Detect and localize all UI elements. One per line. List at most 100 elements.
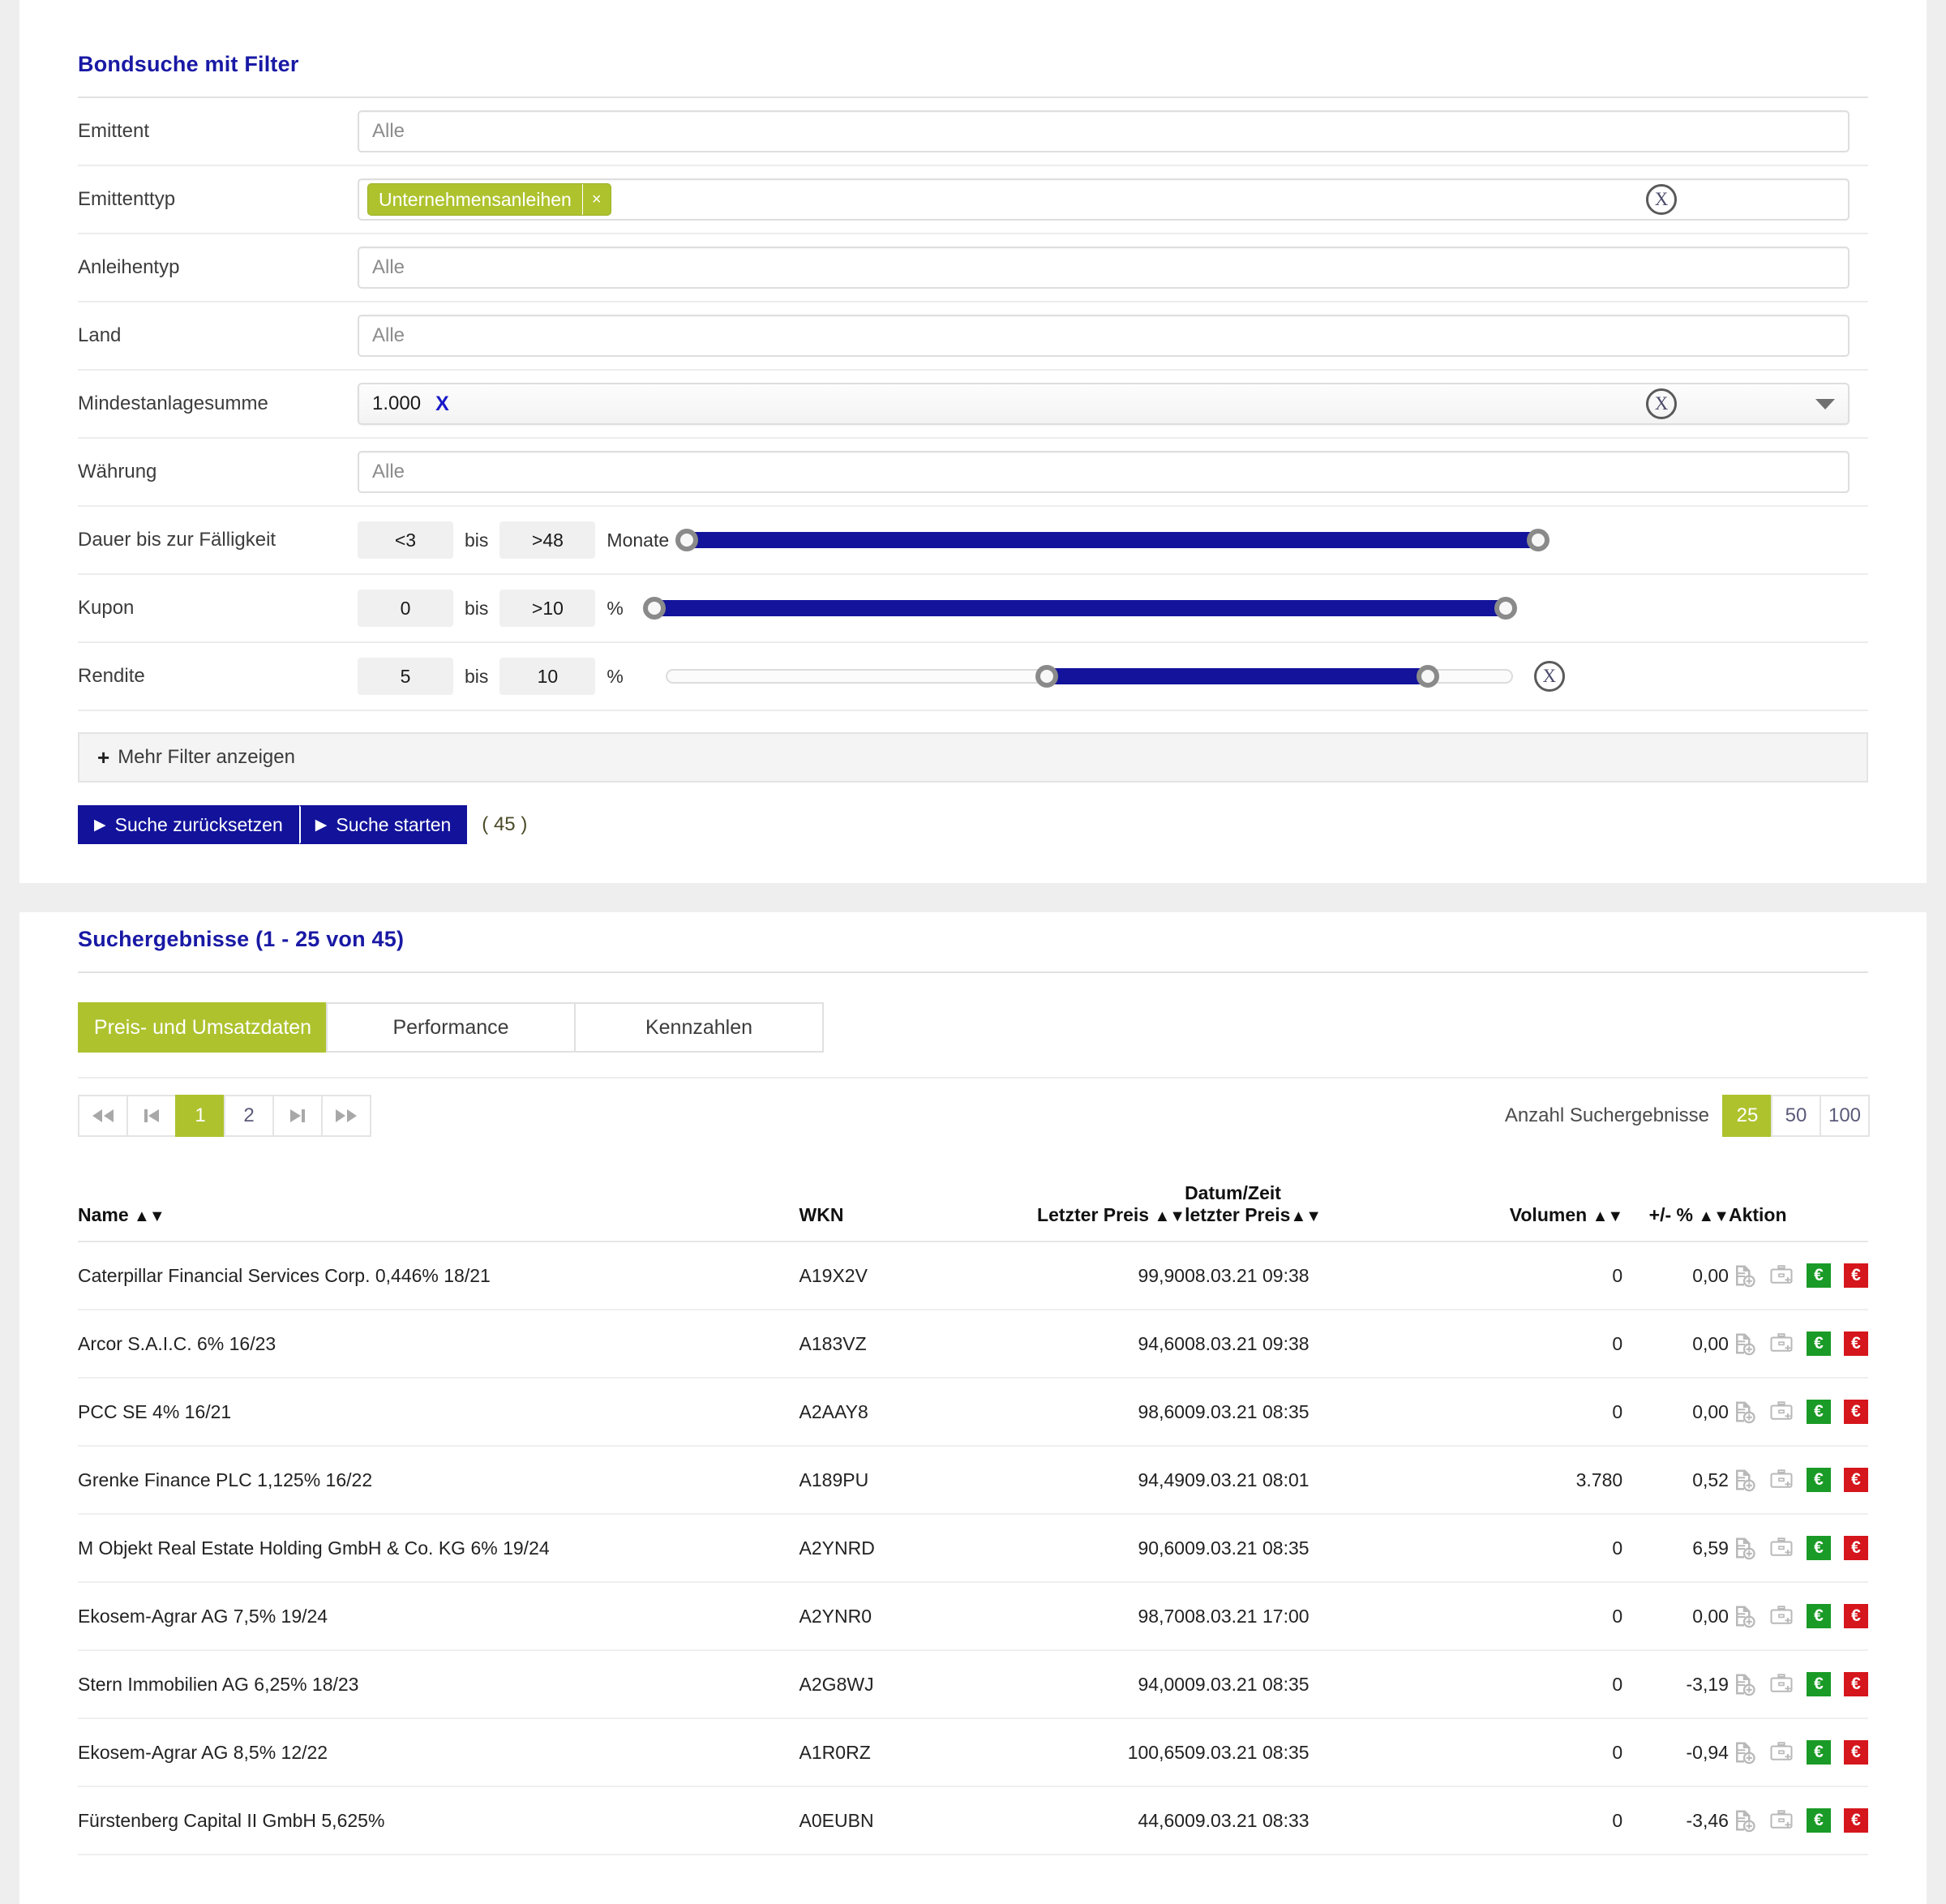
cell-wkn[interactable]: A189PU (799, 1446, 1008, 1515)
sort-arrows-icon-date[interactable]: ▲▼ (1290, 1207, 1322, 1225)
cell-name[interactable]: Grenke Finance PLC 1,125% 16/22 (78, 1446, 799, 1515)
cell-wkn[interactable]: A183VZ (799, 1310, 1008, 1379)
buy-euro-button[interactable]: € (1806, 1468, 1831, 1492)
page-size-100[interactable]: 100 (1820, 1095, 1870, 1137)
dauer-slider-handle-right[interactable] (1527, 529, 1550, 551)
chevron-down-icon[interactable] (1815, 398, 1835, 410)
add-to-portfolio-icon[interactable] (1769, 1536, 1794, 1560)
add-to-portfolio-icon[interactable] (1769, 1604, 1794, 1628)
add-to-portfolio-icon[interactable] (1769, 1808, 1794, 1833)
add-to-watchlist-icon[interactable] (1732, 1672, 1756, 1696)
add-to-portfolio-icon[interactable] (1769, 1400, 1794, 1424)
add-to-watchlist-icon[interactable] (1732, 1263, 1756, 1288)
dauer-range-slider[interactable] (675, 529, 1550, 551)
first-page-button[interactable] (78, 1095, 128, 1137)
kupon-from-input[interactable]: 0 (358, 590, 453, 627)
add-to-watchlist-icon[interactable] (1732, 1536, 1756, 1560)
emittent-input[interactable]: Alle (358, 110, 1850, 152)
col-header-datum-zeit[interactable]: Datum/Zeit letzter Preis▲▼ (1185, 1182, 1464, 1242)
cell-name[interactable]: Fürstenberg Capital II GmbH 5,625% (78, 1786, 799, 1855)
table-row[interactable]: PCC SE 4% 16/21 A2AAY8 98,60 09.03.21 08:35… (78, 1378, 1868, 1447)
cell-wkn[interactable]: A2AAY8 (799, 1378, 1008, 1447)
add-to-watchlist-icon[interactable] (1732, 1604, 1756, 1628)
buy-euro-button[interactable]: € (1806, 1263, 1831, 1288)
add-to-watchlist-icon[interactable] (1732, 1808, 1756, 1833)
cell-wkn[interactable]: A2YNR0 (799, 1582, 1008, 1651)
page-size-25[interactable]: 25 (1722, 1095, 1772, 1137)
sell-euro-button[interactable]: € (1843, 1604, 1868, 1628)
cell-wkn[interactable]: A1R0RZ (799, 1718, 1008, 1787)
waehrung-input[interactable]: Alle (358, 451, 1850, 493)
emittenttyp-input[interactable]: Unternehmensanleihen × (358, 178, 1850, 221)
last-page-button[interactable] (321, 1095, 371, 1137)
page-button-2[interactable]: 2 (224, 1095, 274, 1137)
rendite-clear-icon[interactable]: X (1533, 661, 1565, 692)
cell-wkn[interactable]: A2G8WJ (799, 1650, 1008, 1719)
tab-performance[interactable]: Performance (326, 1002, 576, 1053)
table-row[interactable]: Arcor S.A.I.C. 6% 16/23 A183VZ 94,60 08.03.… (78, 1310, 1868, 1379)
buy-euro-button[interactable]: € (1806, 1672, 1831, 1696)
buy-euro-button[interactable]: € (1806, 1332, 1831, 1356)
cell-name[interactable]: Caterpillar Financial Services Corp. 0,4… (78, 1241, 799, 1310)
cell-name[interactable]: Ekosem-Agrar AG 7,5% 19/24 (78, 1582, 799, 1651)
cell-wkn[interactable]: A19X2V (799, 1241, 1008, 1310)
table-row[interactable]: M Objekt Real Estate Holding GmbH & Co. … (78, 1514, 1868, 1583)
page-button-1[interactable]: 1 (175, 1095, 225, 1137)
kupon-slider-handle-right[interactable] (1494, 597, 1517, 620)
table-row[interactable]: Fürstenberg Capital II GmbH 5,625% A0EUBN… (78, 1786, 1868, 1855)
rendite-range-slider[interactable] (665, 665, 1513, 688)
table-row[interactable]: Grenke Finance PLC 1,125% 16/22 A189PU 94,… (78, 1446, 1868, 1515)
col-header-name[interactable]: Name ▲▼ (78, 1182, 799, 1242)
sell-euro-button[interactable]: € (1843, 1536, 1868, 1560)
add-to-watchlist-icon[interactable] (1732, 1332, 1756, 1356)
cell-name[interactable]: Arcor S.A.I.C. 6% 16/23 (78, 1310, 799, 1379)
mindestanlagesumme-clear-x-icon[interactable]: X (435, 392, 449, 416)
col-header-letzter-preis[interactable]: Letzter Preis ▲▼ (1007, 1182, 1185, 1242)
add-to-portfolio-icon[interactable] (1769, 1332, 1794, 1356)
mindestanlagesumme-clear-icon[interactable]: X (1646, 388, 1677, 419)
reset-search-button[interactable]: ▶ Suche zurücksetzen (78, 805, 299, 844)
sell-euro-button[interactable]: € (1843, 1400, 1868, 1424)
mindestanlagesumme-select[interactable]: 1.000 X (358, 383, 1850, 425)
emittenttyp-clear-icon[interactable]: X (1646, 184, 1677, 215)
cell-wkn[interactable]: A0EUBN (799, 1786, 1008, 1855)
sell-euro-button[interactable]: € (1843, 1672, 1868, 1696)
cell-wkn[interactable]: A2YNRD (799, 1514, 1008, 1583)
rendite-slider-handle-right[interactable] (1417, 665, 1440, 688)
start-search-button[interactable]: ▶ Suche starten (298, 805, 468, 844)
col-header-change-pct[interactable]: +/- % ▲▼ (1622, 1182, 1730, 1242)
cell-name[interactable]: PCC SE 4% 16/21 (78, 1378, 799, 1447)
emittenttyp-tag-remove-icon[interactable]: × (581, 184, 611, 215)
page-size-50[interactable]: 50 (1771, 1095, 1821, 1137)
sell-euro-button[interactable]: € (1843, 1808, 1868, 1833)
add-to-portfolio-icon[interactable] (1769, 1468, 1794, 1492)
sell-euro-button[interactable]: € (1843, 1263, 1868, 1288)
sell-euro-button[interactable]: € (1843, 1740, 1868, 1765)
sort-arrows-icon-vol[interactable]: ▲▼ (1592, 1207, 1624, 1225)
sell-euro-button[interactable]: € (1843, 1332, 1868, 1356)
table-row[interactable]: Ekosem-Agrar AG 7,5% 19/24 A2YNR0 98,70 08.… (78, 1582, 1868, 1651)
dauer-from-input[interactable]: <3 (358, 521, 453, 559)
dauer-to-input[interactable]: >48 (499, 521, 596, 559)
kupon-range-slider[interactable] (642, 597, 1517, 620)
table-row[interactable]: Caterpillar Financial Services Corp. 0,4… (78, 1241, 1868, 1310)
add-to-watchlist-icon[interactable] (1732, 1468, 1756, 1492)
rendite-from-input[interactable]: 5 (358, 658, 453, 695)
kupon-to-input[interactable]: >10 (499, 590, 596, 627)
add-to-watchlist-icon[interactable] (1732, 1400, 1756, 1424)
add-to-portfolio-icon[interactable] (1769, 1740, 1794, 1765)
more-filters-button[interactable]: + Mehr Filter anzeigen (78, 732, 1868, 783)
rendite-to-input[interactable]: 10 (499, 658, 596, 695)
sort-arrows-icon[interactable]: ▲▼ (134, 1207, 165, 1225)
add-to-portfolio-icon[interactable] (1769, 1263, 1794, 1288)
table-row[interactable]: Ekosem-Agrar AG 8,5% 12/22 A1R0RZ 100,65 09… (78, 1718, 1868, 1787)
dauer-slider-handle-left[interactable] (675, 529, 699, 551)
table-row[interactable]: Stern Immobilien AG 6,25% 18/23 A2G8WJ 94,… (78, 1650, 1868, 1719)
prev-page-button[interactable] (126, 1095, 177, 1137)
kupon-slider-handle-left[interactable] (642, 597, 666, 620)
buy-euro-button[interactable]: € (1806, 1808, 1831, 1833)
add-to-portfolio-icon[interactable] (1769, 1672, 1794, 1696)
col-header-volumen[interactable]: Volumen ▲▼ (1464, 1182, 1624, 1242)
next-page-button[interactable] (272, 1095, 323, 1137)
buy-euro-button[interactable]: € (1806, 1740, 1831, 1765)
